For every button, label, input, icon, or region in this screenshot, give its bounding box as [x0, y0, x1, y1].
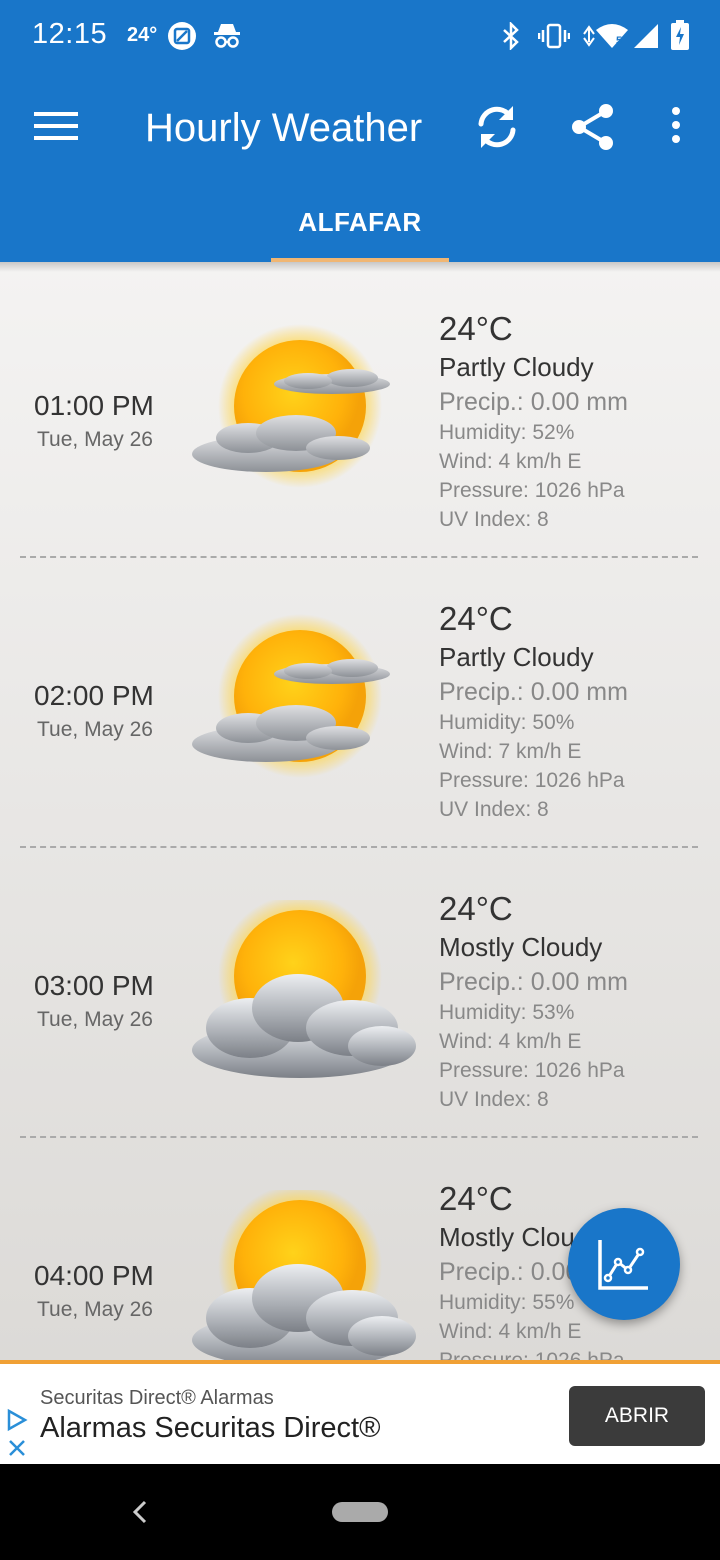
- navigation-bar: [0, 1464, 720, 1560]
- toolbar: Hourly Weather: [0, 72, 720, 184]
- forecast-temperature: 24°C: [439, 890, 513, 927]
- ad-banner[interactable]: Securitas Direct® Alarmas Alarmas Securi…: [0, 1360, 720, 1464]
- status-temperature: 24°: [127, 24, 158, 46]
- forecast-time: 03:00 PM: [34, 970, 154, 1001]
- vibrate-icon: [537, 22, 571, 55]
- ad-title[interactable]: Alarmas Securitas Direct®: [40, 1412, 380, 1445]
- forecast-details: 24°C Partly Cloudy Precip.: 0.00 mm Humi…: [439, 310, 628, 534]
- forecast-humidity: Humidity: 50%: [439, 711, 575, 734]
- app-bar: 12:15 24° 5 Hourly Weather ALFAFAR: [0, 0, 720, 262]
- tab-location[interactable]: ALFAFAR: [271, 184, 449, 262]
- forecast-wind: Wind: 4 km/h E: [439, 450, 582, 473]
- forecast-precip: Precip.: 0.00 mm: [439, 388, 628, 416]
- home-pill[interactable]: [332, 1502, 388, 1522]
- battery-charging-icon: [670, 20, 690, 55]
- forecast-uv: UV Index: 8: [439, 798, 549, 821]
- mostly-cloudy-icon: [182, 894, 422, 1090]
- app-title: Hourly Weather: [145, 106, 423, 150]
- partly-cloudy-icon: [182, 320, 422, 510]
- forecast-condition: Partly Cloudy: [439, 352, 594, 382]
- forecast-humidity: Humidity: 52%: [439, 421, 575, 444]
- forecast-wind: Wind: 7 km/h E: [439, 740, 582, 763]
- forecast-pressure: Pressure: 1026 hPa: [439, 1346, 628, 1360]
- forecast-time: 04:00 PM: [34, 1260, 154, 1291]
- forecast-pressure: Pressure: 1026 hPa: [439, 769, 625, 792]
- forecast-time: 01:00 PM: [34, 390, 154, 421]
- forecast-row[interactable]: 02:00 PM Tue, May 26 24°C Partly Cloudy …: [0, 558, 720, 848]
- wifi-icon: 5: [582, 22, 630, 55]
- ad-sponsor: Securitas Direct® Alarmas: [40, 1387, 274, 1409]
- forecast-humidity: Humidity: 53%: [439, 1001, 575, 1024]
- mostly-cloudy-icon: [182, 1184, 422, 1360]
- forecast-details: 24°C Mostly Cloudy Precip.: 0.00 mm Humi…: [439, 890, 628, 1114]
- forecast-details: 24°C Partly Cloudy Precip.: 0.00 mm Humi…: [439, 600, 628, 824]
- forecast-temperature: 24°C: [439, 310, 513, 347]
- chart-fab-button[interactable]: [568, 1208, 680, 1320]
- forecast-row[interactable]: 01:00 PM Tue, May 26 24°C Partly Cloudy …: [0, 268, 720, 558]
- back-icon[interactable]: [130, 1498, 150, 1531]
- refresh-icon[interactable]: [472, 102, 522, 157]
- incognito-icon: [212, 20, 242, 55]
- more-vert-icon[interactable]: [664, 106, 688, 151]
- forecast-pressure: Pressure: 1026 hPa: [439, 479, 625, 502]
- menu-icon[interactable]: [34, 110, 78, 147]
- forecast-uv: UV Index: 8: [439, 508, 549, 531]
- forecast-temperature: 24°C: [439, 600, 513, 637]
- forecast-list[interactable]: 01:00 PM Tue, May 26 24°C Partly Cloudy …: [0, 262, 720, 1360]
- ad-close-icon[interactable]: [7, 1438, 27, 1463]
- forecast-row[interactable]: 03:00 PM Tue, May 26 24°C Mostly Cloudy …: [0, 848, 720, 1138]
- forecast-time: 02:00 PM: [34, 680, 154, 711]
- forecast-date: Tue, May 26: [37, 1008, 153, 1031]
- forecast-precip: Precip.: 0.00 mm: [439, 678, 628, 706]
- ad-open-button[interactable]: ABRIR: [569, 1386, 705, 1446]
- forecast-condition: Partly Cloudy: [439, 642, 594, 672]
- forecast-date: Tue, May 26: [37, 1298, 153, 1321]
- ad-choices-icon[interactable]: [6, 1408, 28, 1437]
- svg-text:5: 5: [616, 35, 622, 47]
- chart-icon: [598, 1240, 648, 1290]
- status-bar: 12:15 24° 5: [0, 0, 720, 72]
- share-icon[interactable]: [568, 102, 618, 157]
- forecast-pressure: Pressure: 1026 hPa: [439, 1059, 625, 1082]
- image-icon: [166, 20, 198, 57]
- tab-label: ALFAFAR: [298, 207, 422, 237]
- partly-cloudy-icon: [182, 610, 422, 800]
- forecast-uv: UV Index: 8: [439, 1088, 549, 1111]
- bluetooth-icon: [500, 20, 522, 55]
- signal-icon: [632, 22, 660, 55]
- status-time: 12:15: [32, 18, 108, 50]
- forecast-date: Tue, May 26: [37, 718, 153, 741]
- forecast-date: Tue, May 26: [37, 428, 153, 451]
- forecast-wind: Wind: 4 km/h E: [439, 1030, 582, 1053]
- forecast-precip: Precip.: 0.00 mm: [439, 968, 628, 996]
- forecast-condition: Mostly Cloudy: [439, 932, 603, 962]
- forecast-wind: Wind: 4 km/h E: [439, 1320, 582, 1343]
